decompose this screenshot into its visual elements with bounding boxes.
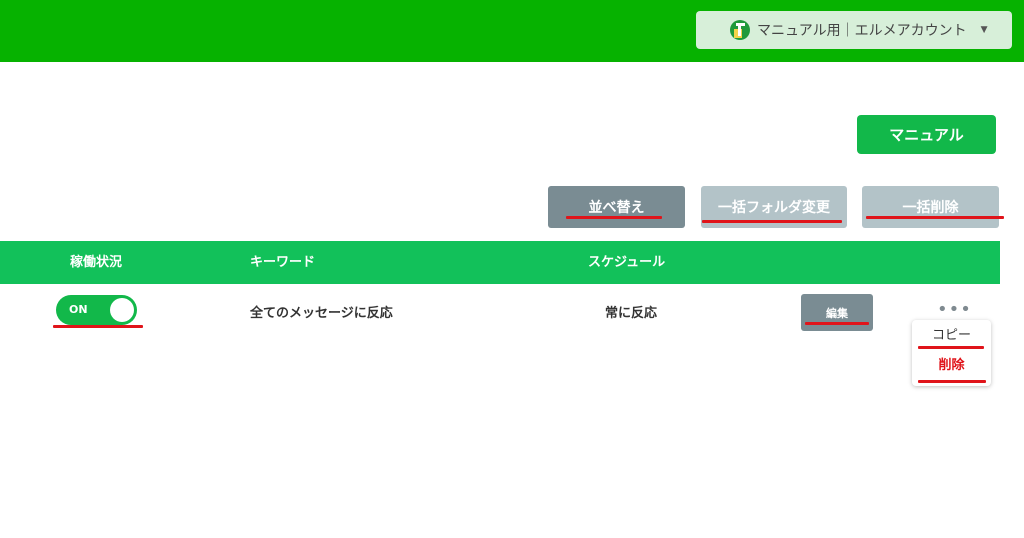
annotation-underline-menu-delete xyxy=(918,380,986,383)
annotation-underline-delete xyxy=(866,216,1004,219)
annotation-underline-sort xyxy=(566,216,662,219)
annotation-underline-toggle xyxy=(53,325,143,328)
account-switcher[interactable]: マニュアル用｜エルメアカウント ▼ xyxy=(696,11,1012,49)
annotation-underline-folder xyxy=(702,220,842,223)
top-header: マニュアル用｜エルメアカウント ▼ xyxy=(0,0,1024,62)
edit-button[interactable]: 編集 xyxy=(801,294,873,331)
toggle-knob xyxy=(110,298,134,322)
sort-button[interactable]: 並べ替え xyxy=(548,186,685,228)
more-options-icon[interactable]: ••• xyxy=(937,300,971,320)
keyword-cell: 全てのメッセージに反応 xyxy=(250,306,393,321)
caret-down-icon: ▼ xyxy=(980,25,988,35)
account-label: マニュアル用｜エルメアカウント xyxy=(757,23,967,39)
menu-item-copy[interactable]: コピー xyxy=(912,324,991,348)
column-schedule: スケジュール xyxy=(588,255,666,270)
column-keyword: キーワード xyxy=(250,255,316,270)
status-toggle[interactable]: ON xyxy=(56,295,137,325)
bulk-delete-button[interactable]: 一括削除 xyxy=(862,186,999,228)
auto-reply-page: マニュアル用｜エルメアカウント ▼ マニュアル 並べ替え 一括フォルダ変更 一括… xyxy=(0,0,1024,538)
annotation-underline-copy xyxy=(918,346,984,349)
menu-item-delete[interactable]: 削除 xyxy=(912,354,991,378)
column-status: 稼働状況 xyxy=(70,255,123,270)
annotation-underline-edit xyxy=(805,322,869,325)
account-avatar-icon xyxy=(730,20,750,40)
toggle-label: ON xyxy=(69,303,88,316)
table-header: 稼働状況 キーワード スケジュール xyxy=(0,241,1000,284)
schedule-cell: 常に反応 xyxy=(605,306,658,321)
row-actions-menu: コピー 削除 xyxy=(912,320,991,386)
manual-button[interactable]: マニュアル xyxy=(857,115,996,154)
